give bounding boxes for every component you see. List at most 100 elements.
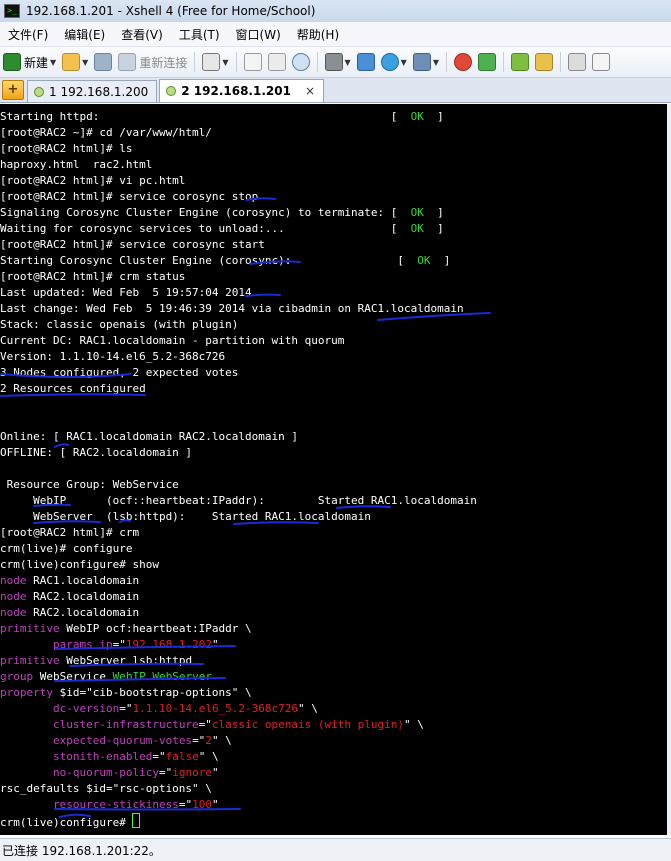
xagent-button[interactable] bbox=[475, 50, 499, 74]
menu-view[interactable]: 查看(V) bbox=[113, 26, 171, 43]
chat-button[interactable] bbox=[589, 50, 613, 74]
terminal-text: [root@RAC2 html]# service corosync start bbox=[0, 238, 265, 251]
menu-tools[interactable]: 工具(T) bbox=[171, 26, 228, 43]
terminal-text: =" bbox=[192, 734, 206, 747]
open-button[interactable]: ▼ bbox=[59, 50, 91, 74]
print-button[interactable]: ▼ bbox=[322, 50, 354, 74]
terminal-text: " \ bbox=[298, 702, 318, 715]
print-icon bbox=[324, 53, 343, 71]
xshell-terminal-icon: >_ bbox=[4, 4, 20, 18]
chevron-down-icon: ▼ bbox=[400, 57, 407, 67]
menu-edit[interactable]: 编辑(E) bbox=[56, 26, 113, 43]
terminal-line: primitive WebIP ocf:heartbeat:IPaddr \ bbox=[0, 621, 477, 637]
terminal-text: WebServer (lsb:httpd): Started RAC1.loca… bbox=[0, 510, 371, 523]
lock-button[interactable] bbox=[532, 50, 556, 74]
terminal-text: Version: 1.1.10-14.el6_5.2-368c726 bbox=[0, 350, 226, 363]
terminal-text: group bbox=[0, 670, 34, 683]
find-icon bbox=[291, 53, 310, 71]
terminal-text: params bbox=[52, 638, 93, 651]
tab-label: 1 192.168.1.200 bbox=[49, 84, 149, 99]
reconnect-label: 重新连接 bbox=[139, 55, 188, 70]
copy-button[interactable] bbox=[241, 50, 265, 74]
terminal-text: " bbox=[211, 766, 219, 779]
xftp-button[interactable] bbox=[451, 50, 475, 74]
font-icon bbox=[412, 53, 431, 71]
properties-button[interactable]: ▼ bbox=[199, 50, 231, 74]
terminal-line: node RAC1.localdomain bbox=[0, 573, 477, 589]
terminal-line: no-quorum-policy="ignore" bbox=[0, 765, 477, 781]
chevron-down-icon: ▼ bbox=[50, 57, 57, 67]
terminal-line: Starting httpd: [ OK ] bbox=[0, 109, 477, 125]
copy-icon bbox=[243, 53, 262, 71]
tab-session-1[interactable]: 1 192.168.1.200 bbox=[27, 80, 158, 102]
terminal-text: 3 Nodes configured, 2 expected votes bbox=[0, 366, 239, 379]
menu-window[interactable]: 窗口(W) bbox=[228, 26, 289, 43]
terminal-text: [root@RAC2 html]# crm bbox=[0, 526, 140, 539]
tab-session-2[interactable]: 2 192.168.1.201 × bbox=[159, 79, 325, 102]
terminal-line: stonith-enabled="false" \ bbox=[0, 749, 477, 765]
toolbar-divider bbox=[445, 52, 447, 72]
terminal-text: crm(live)configure# bbox=[0, 816, 133, 829]
terminal-text: RAC2.localdomain bbox=[26, 590, 140, 603]
layout-icon bbox=[510, 53, 529, 71]
find-button[interactable] bbox=[289, 50, 313, 74]
menu-file[interactable]: 文件(F) bbox=[0, 26, 56, 43]
terminal-line: rsc_defaults $id="rsc-options" \ bbox=[0, 781, 477, 797]
terminal-text: ] bbox=[423, 206, 444, 219]
terminal-scrollbar[interactable] bbox=[667, 104, 671, 835]
reconnect-button[interactable]: 重新连接 bbox=[115, 50, 190, 74]
terminal-text: ] bbox=[423, 110, 444, 123]
terminal-text: crm(live)# configure bbox=[0, 542, 133, 555]
link-icon bbox=[94, 53, 113, 71]
terminal-line: [root@RAC2 html]# vi pc.html bbox=[0, 173, 477, 189]
terminal-line: group WebService WebIP WebServer bbox=[0, 669, 477, 685]
add-session-icon[interactable]: + bbox=[2, 80, 24, 100]
terminal-text: Last change: Wed Feb 5 19:46:39 2014 via… bbox=[0, 302, 464, 315]
terminal-line: 2 Resources configured bbox=[0, 381, 477, 397]
lock-icon bbox=[534, 53, 553, 71]
terminal-text: =" bbox=[178, 798, 193, 811]
terminal-line: [root@RAC2 html]# service corosync stop bbox=[0, 189, 477, 205]
toolbar-divider bbox=[235, 52, 237, 72]
terminal-line: WebIP (ocf::heartbeat:IPaddr): Started R… bbox=[0, 493, 477, 509]
chevron-down-icon: ▼ bbox=[344, 57, 351, 67]
terminal-line: dc-version="1.1.10-14.el6_5.2-368c726" \ bbox=[0, 701, 477, 717]
terminal-text: RAC2.localdomain bbox=[26, 606, 140, 619]
layout-button[interactable] bbox=[508, 50, 532, 74]
keyboard-button[interactable] bbox=[565, 50, 589, 74]
font-button[interactable]: ▼ bbox=[410, 50, 442, 74]
terminal-line: resource-stickiness="100" bbox=[0, 797, 477, 813]
terminal-text: [root@RAC2 html]# crm status bbox=[0, 270, 186, 283]
terminal-text: 2 Resources configured bbox=[0, 382, 146, 395]
status-bar: 已连接 192.168.1.201:22。 bbox=[0, 838, 671, 861]
terminal-line: 3 Nodes configured, 2 expected votes bbox=[0, 365, 477, 381]
terminal-text: " \ bbox=[198, 750, 219, 763]
connection-status-icon bbox=[34, 86, 44, 97]
terminal-text: =" bbox=[119, 702, 133, 715]
paste-button[interactable] bbox=[265, 50, 289, 74]
menu-help[interactable]: 帮助(H) bbox=[289, 26, 347, 43]
transfer-button[interactable] bbox=[354, 50, 378, 74]
terminal-text: Current DC: RAC1.localdomain - partition… bbox=[0, 334, 345, 347]
terminal-line: [root@RAC2 html]# crm bbox=[0, 525, 477, 541]
terminal-view[interactable]: Starting httpd: [ OK ] [root@RAC2 ~]# cd … bbox=[0, 104, 667, 835]
terminal-text: crm(live)configure# show bbox=[0, 558, 159, 571]
terminal-text: ] bbox=[423, 222, 444, 235]
terminal-text: [root@RAC2 html]# ls bbox=[0, 142, 133, 155]
new-session-button[interactable]: 新建 ▼ bbox=[0, 50, 59, 74]
terminal-text: RAC1.localdomain bbox=[26, 574, 140, 587]
terminal-text: stonith-enabled bbox=[52, 750, 153, 763]
terminal-line: crm(live)configure# show bbox=[0, 557, 477, 573]
globe-button[interactable]: ▼ bbox=[378, 50, 410, 74]
title-bar: >_ 192.168.1.201 - Xshell 4 (Free for Ho… bbox=[0, 0, 671, 22]
chevron-down-icon: ▼ bbox=[82, 57, 89, 67]
new-session-icon bbox=[3, 53, 21, 71]
close-tab-icon[interactable]: × bbox=[305, 84, 315, 98]
link-button[interactable] bbox=[91, 50, 115, 74]
terminal-text: OFFLINE: [ RAC2.localdomain ] bbox=[0, 446, 193, 459]
terminal-text: primitive bbox=[0, 654, 60, 667]
